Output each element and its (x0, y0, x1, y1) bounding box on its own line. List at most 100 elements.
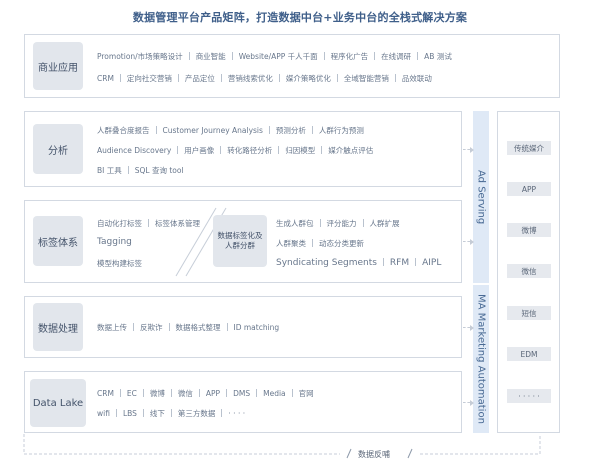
channel-item: EDM (507, 347, 551, 361)
feature-item: 生成人群包 (276, 219, 314, 228)
item-separator (312, 239, 313, 247)
feature-item: 微博 (149, 389, 165, 398)
item-separator (115, 409, 117, 417)
feature-item: 转化路径分析 (227, 146, 273, 155)
item-separator (291, 389, 293, 397)
item-separator (119, 74, 121, 82)
feature-item: 程序化广告 (330, 52, 369, 61)
connector-data-lake (463, 399, 474, 406)
item-separator (220, 74, 222, 82)
analysis-row-1: 人群叠合度报告 Customer Journey Analysis 预测分析 人群行为… (97, 125, 364, 136)
data-processing-label: 数据处理 (33, 303, 83, 351)
feature-item: ID matching (233, 323, 280, 332)
feature-item: AB 测试 (424, 52, 452, 61)
tagging-right-row-3: Syndicating Segments RFM AIPL (276, 258, 441, 268)
feature-item: 品效联动 (401, 74, 432, 83)
item-separator (177, 74, 179, 82)
item-separator (119, 389, 121, 397)
data-lake-row-1: CRM EC 微博 微信 APP DMS Media 官网 (97, 388, 314, 399)
item-separator (382, 258, 384, 266)
page-title: 数据管理平台产品矩阵，打造数据中台+业务中台的全栈式解决方案 (132, 11, 468, 24)
feature-item: wifi (97, 409, 110, 418)
feature-item: 归因模型 (285, 146, 316, 155)
business-row-2: CRM 定向社交营销 产品定位 营销线索优化 媒介策略优化 全域智能营销 品效联动 (97, 73, 432, 84)
item-separator (188, 52, 190, 60)
data-lake-label: Data Lake (30, 379, 86, 427)
feedback-loop-lines (23, 434, 541, 459)
feature-item: 人群行为预测 (318, 126, 364, 135)
feature-item: 官网 (298, 389, 314, 398)
tagging-left-row-2: Tagging (97, 237, 132, 247)
feature-item: Website/APP 千人千面 (238, 52, 318, 61)
feature-item: 用户画像 (184, 146, 215, 155)
feature-item: 微信 (177, 389, 193, 398)
feature-item: Promotion/市场策略设计 (97, 52, 183, 61)
item-separator (278, 74, 280, 82)
item-separator (198, 389, 200, 397)
item-separator (336, 74, 338, 82)
tagging-label: 标签体系 (33, 216, 83, 266)
item-separator (221, 409, 223, 417)
feature-item: EC (126, 389, 137, 398)
tagging-right-row-1: 生成人群包 评分能力 人群扩展 (276, 218, 400, 229)
feature-item: Audience Discovery (97, 146, 172, 155)
feedback-label: 数据反哺 (358, 450, 390, 459)
channel-item: 传统媒介 (507, 141, 551, 155)
feature-item: 全域智能营销 (343, 74, 389, 83)
feature-item: 定向社交营销 (126, 74, 172, 83)
feature-item: CRM (97, 389, 114, 398)
connector-processing (463, 324, 474, 331)
item-separator (415, 258, 417, 266)
analysis-row-2: Audience Discovery 用户画像 转化路径分析 归因模型 媒介触点评估 (97, 145, 373, 156)
item-separator (133, 323, 134, 331)
feature-item: BI 工具 (97, 166, 122, 175)
channel-item: 微信 (507, 264, 551, 278)
feature-item: DMS (233, 389, 251, 398)
business-application-label: 商业应用 (33, 42, 83, 90)
item-separator (394, 74, 396, 82)
feature-item: Media (263, 389, 286, 398)
marketing-automation-band: MA Marketing Automation (473, 285, 489, 433)
connector-tagging (463, 238, 474, 245)
item-separator (155, 126, 157, 134)
feature-item: AIPL (422, 258, 442, 268)
marketing-automation-label: MA Marketing Automation (475, 294, 487, 424)
item-separator (362, 219, 364, 227)
channel-item: 短信 (507, 306, 551, 320)
channel-item: · · · · · (507, 389, 551, 403)
feature-item: 商业智能 (195, 52, 226, 61)
connector-analysis (463, 146, 474, 153)
business-application-section (24, 34, 560, 98)
feature-item: 数据上传 (97, 323, 127, 332)
data-processing-row: 数据上传 反欺诈 数据格式整理 ID matching (97, 322, 279, 333)
feature-item: 人群聚类 (276, 239, 306, 248)
analysis-row-3: BI 工具 SQL 查询 tool (97, 165, 184, 176)
item-separator (148, 219, 149, 227)
channel-item: APP (507, 182, 551, 196)
feature-item: 第三方数据 (177, 409, 216, 418)
feature-item: 反欺诈 (140, 323, 163, 332)
tagging-right-row-2: 人群聚类 动态分类更新 (276, 238, 364, 249)
item-separator (374, 52, 376, 60)
tagging-left-row-3: 模型构建标签 (97, 259, 142, 268)
item-separator (142, 409, 144, 417)
item-separator (268, 126, 270, 134)
feature-item: LBS (122, 409, 137, 418)
item-separator (170, 409, 172, 417)
feature-item: 线下 (149, 409, 165, 418)
feature-item: APP (205, 389, 221, 398)
feature-item: 人群叠合度报告 (97, 126, 150, 135)
data-lake-row-2: wifi LBS 线下 第三方数据 · · · · (97, 408, 245, 419)
feature-item: 媒介触点评估 (328, 146, 374, 155)
feature-item: RFM (389, 258, 410, 268)
item-separator (231, 52, 233, 60)
analysis-label: 分析 (33, 124, 83, 174)
feature-item: 营销线索优化 (227, 74, 273, 83)
feature-item: 评分能力 (326, 219, 357, 228)
item-separator (256, 389, 258, 397)
ad-serving-label: Ad Serving (475, 169, 487, 225)
tagging-mid-label: 数据标签化及人群分群 (213, 215, 267, 267)
channel-item: 微博 (507, 223, 551, 237)
item-separator (323, 52, 325, 60)
data-lake-section (24, 371, 462, 433)
